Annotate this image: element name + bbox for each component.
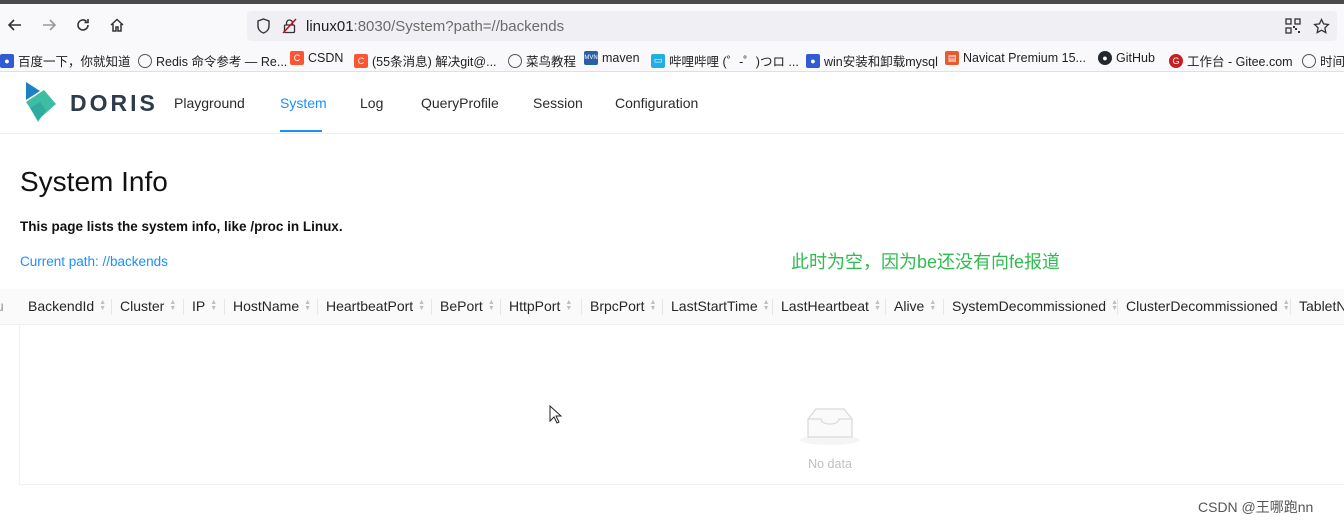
bookmark-github[interactable]: ● GitHub: [1098, 51, 1155, 65]
column-header-clusterdecommissioned[interactable]: ClusterDecommissioned ▲ ▼: [1126, 298, 1290, 314]
paw-icon: ●: [806, 53, 820, 68]
empty-state: No data: [780, 405, 880, 471]
annotation-text: 此时为空，因为be还没有向fe报道: [791, 252, 1061, 272]
github-icon: ●: [1098, 51, 1112, 65]
bookmark-maven[interactable]: MVN maven: [584, 51, 640, 65]
menu-playground[interactable]: Playground: [174, 95, 245, 111]
csdn-icon: C: [290, 51, 304, 65]
csdn-icon: C: [354, 53, 368, 68]
app-header: DORIS Playground System Log QueryProfile…: [0, 72, 1344, 134]
menu-log[interactable]: Log: [360, 95, 383, 111]
column-header-lastheartbeat[interactable]: LastHeartbeat ▲ ▼: [781, 298, 881, 314]
bookmark-gitee[interactable]: G 工作台 - Gitee.com: [1169, 51, 1293, 70]
maven-icon: MVN: [584, 51, 598, 65]
column-header-beport[interactable]: BePort ▲ ▼: [440, 298, 495, 314]
column-header-alive[interactable]: Alive ▲ ▼: [894, 298, 936, 314]
page-icon: ▤: [945, 51, 959, 65]
column-header-hostname[interactable]: HostName ▲ ▼: [233, 298, 311, 314]
sort-icon[interactable]: ▲ ▼: [210, 299, 217, 312]
column-header-brpcport[interactable]: BrpcPort ▲ ▼: [590, 298, 656, 314]
column-header-laststarttime[interactable]: LastStartTime ▲ ▼: [671, 298, 770, 314]
bookmark-star-icon[interactable]: [1311, 16, 1331, 36]
bookmark-baidu[interactable]: ● 百度一下，你就知道: [0, 51, 131, 70]
bookmark-time[interactable]: 时间: [1302, 51, 1344, 70]
address-bar[interactable]: linux01:8030/System?path=//backends: [247, 11, 1337, 41]
column-header-cluster[interactable]: Cluster ▲ ▼: [120, 298, 176, 314]
bookmark-navicat[interactable]: ▤ Navicat Premium 15...: [945, 51, 1086, 65]
column-header-ip[interactable]: IP ▲ ▼: [192, 298, 217, 314]
bookmark-runoob[interactable]: 菜鸟教程: [508, 51, 576, 70]
sort-icon[interactable]: ▲ ▼: [929, 299, 936, 312]
column-header-backendid[interactable]: BackendId ▲ ▼: [28, 298, 106, 314]
menu-configuration[interactable]: Configuration: [615, 95, 698, 111]
globe-icon: [138, 53, 152, 68]
home-icon[interactable]: [105, 13, 129, 37]
bookmark-bilibili[interactable]: ▭ 哔哩哔哩 (゜-゜)つロ ...: [651, 51, 799, 70]
empty-text: No data: [808, 457, 852, 471]
bookmark-redis[interactable]: Redis 命令参考 — Re...: [138, 51, 287, 70]
gitee-icon: G: [1169, 53, 1183, 68]
sort-icon[interactable]: ▲ ▼: [418, 299, 425, 312]
doris-logo-icon[interactable]: [22, 80, 62, 131]
menu-queryprofile[interactable]: QueryProfile: [421, 95, 499, 111]
menu-system[interactable]: System: [280, 95, 327, 111]
sort-icon[interactable]: ▲ ▼: [304, 299, 311, 312]
url-path: :8030/System?path=//backends: [353, 18, 565, 35]
sort-icon[interactable]: ▲ ▼: [1283, 299, 1290, 312]
sort-icon[interactable]: ▲ ▼: [874, 299, 881, 312]
active-menu-indicator: [280, 130, 322, 132]
column-header-tabletnum[interactable]: TabletN: [1299, 298, 1344, 314]
column-header-heartbeatport[interactable]: HeartbeatPort ▲ ▼: [326, 298, 425, 314]
sort-icon[interactable]: ▲ ▼: [565, 299, 572, 312]
current-path-link[interactable]: Current path: //backends: [20, 254, 168, 269]
back-icon[interactable]: [3, 13, 27, 37]
globe-icon: [508, 53, 522, 68]
page-description: This page lists the system info, like /p…: [20, 219, 343, 234]
sort-icon[interactable]: ▲ ▼: [99, 299, 106, 312]
table-body: No data: [19, 325, 1344, 485]
bookmark-csdn-messages[interactable]: C (55条消息) 解决git@...: [354, 51, 497, 70]
table-header: u BackendId▲▼ Cluster▲▼ IP▲▼ HostName▲▼ …: [0, 289, 1344, 325]
backends-table: u BackendId▲▼ Cluster▲▼ IP▲▼ HostName▲▼ …: [0, 289, 1344, 485]
insecure-lock-icon[interactable]: [279, 16, 299, 36]
forward-icon[interactable]: [37, 13, 61, 37]
empty-inbox-icon: [800, 408, 860, 445]
globe-icon: [1302, 53, 1316, 68]
tv-icon: ▭: [651, 53, 665, 68]
bookmarks-bar: ● 百度一下，你就知道 Redis 命令参考 — Re... C CSDN C (55…: [0, 46, 1344, 72]
sort-icon[interactable]: ▲ ▼: [169, 299, 176, 312]
sort-icon[interactable]: ▲ ▼: [763, 299, 770, 312]
logo-text: DORIS: [70, 90, 158, 116]
menu-session[interactable]: Session: [533, 95, 583, 111]
page-title: System Info: [20, 166, 168, 197]
column-partial: u: [0, 298, 4, 314]
watermark: CSDN @王哪跑nn: [1198, 499, 1314, 515]
qr-code-icon[interactable]: [1283, 16, 1303, 36]
url-host: linux01: [306, 18, 354, 35]
reload-icon[interactable]: [71, 13, 95, 37]
sort-icon[interactable]: ▲ ▼: [488, 299, 495, 312]
bookmark-mysql[interactable]: ● win安装和卸载mysql: [806, 51, 938, 70]
column-header-systemdecommissioned[interactable]: SystemDecommissioned ▲ ▼: [952, 298, 1118, 314]
shield-icon[interactable]: [253, 16, 273, 36]
bookmark-csdn[interactable]: C CSDN: [290, 51, 343, 65]
column-header-httpport[interactable]: HttpPort ▲ ▼: [509, 298, 572, 314]
browser-toolbar: linux01:8030/System?path=//backends: [0, 4, 1344, 46]
url-text[interactable]: linux01:8030/System?path=//backends: [306, 18, 564, 35]
mouse-cursor-icon: [549, 404, 563, 429]
sort-icon[interactable]: ▲ ▼: [649, 299, 656, 312]
paw-icon: ●: [0, 53, 14, 68]
